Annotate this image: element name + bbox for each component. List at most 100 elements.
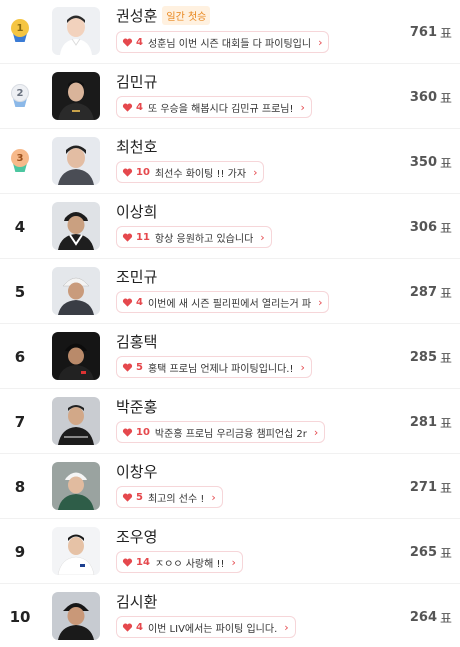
- chevron-right-icon: ›: [318, 295, 323, 309]
- chevron-right-icon: ›: [300, 360, 305, 374]
- silver-medal-icon: 2: [11, 84, 29, 110]
- rank-cell: 2: [0, 65, 40, 129]
- comment-count: 4: [136, 621, 143, 633]
- latest-comment-button[interactable]: 10 박준홍 프로님 우리금융 챔피언십 2r ›: [116, 421, 326, 443]
- player-name: 이창우: [116, 463, 158, 481]
- latest-comment-button[interactable]: 5 최고의 선수 ! ›: [116, 486, 223, 508]
- player-name: 조민규: [116, 268, 158, 286]
- vote-count: 360 표: [409, 89, 452, 107]
- heart-icon: [122, 428, 133, 437]
- latest-comment-button[interactable]: 14 ㅈㅇㅇ 사랑해 !! ›: [116, 551, 243, 573]
- latest-comment-button[interactable]: 11 항상 응원하고 있습니다 ›: [116, 226, 272, 248]
- chevron-right-icon: ›: [318, 35, 323, 49]
- comment-text: 이번 LIV에서는 파이팅 입니다.: [147, 623, 278, 635]
- latest-comment-button[interactable]: 4 성훈님 이번 시즌 대회들 다 파이팅입니 ›: [116, 31, 330, 53]
- player-row-4[interactable]: 4 이상희 11 항상 응원하고 있습니다 › 306 표: [0, 195, 460, 259]
- comment-count: 5: [136, 491, 143, 503]
- chevron-right-icon: ›: [253, 165, 258, 179]
- player-name: 김시환: [116, 593, 158, 611]
- heart-icon: [122, 38, 133, 47]
- rank-number: 9: [14, 543, 26, 561]
- comment-text: 성훈님 이번 시즌 대회들 다 파이팅입니: [147, 38, 312, 50]
- comment-text: 또 우승을 해봅시다 김민규 프로님!: [147, 103, 294, 115]
- comment-text: 이번에 새 시즌 필리핀에서 열리는거 파: [147, 298, 312, 310]
- rank-number: 4: [14, 218, 26, 236]
- vote-count: 761 표: [409, 24, 452, 42]
- chevron-right-icon: ›: [300, 100, 305, 114]
- latest-comment-button[interactable]: 4 또 우승을 해봅시다 김민규 프로님! ›: [116, 96, 312, 118]
- player-row-8[interactable]: 8 이창우 5 최고의 선수 ! › 271 표: [0, 455, 460, 519]
- rank-number: 10: [9, 608, 31, 626]
- heart-icon: [122, 623, 133, 632]
- comment-count: 11: [136, 231, 150, 243]
- player-name: 이상희: [116, 203, 158, 221]
- player-row-5[interactable]: 5 조민규 4 이번에 새 시즌 필리핀에서 열리는거 파 › 287 표: [0, 260, 460, 324]
- heart-icon: [122, 558, 133, 567]
- avatar: [52, 397, 100, 445]
- chevron-right-icon: ›: [313, 425, 319, 439]
- player-row-10[interactable]: 10 김시환 4 이번 LIV에서는 파이팅 입니다. › 264 표: [0, 585, 460, 647]
- heart-icon: [122, 103, 133, 112]
- player-name: 김민규: [116, 73, 158, 91]
- latest-comment-button[interactable]: 4 이번 LIV에서는 파이팅 입니다. ›: [116, 616, 296, 638]
- player-row-6[interactable]: 6 김홍택 5 홍택 프로님 언제나 파이팅입니다.! › 285 표: [0, 325, 460, 389]
- heart-icon: [122, 233, 133, 242]
- vote-count: 285 표: [409, 349, 452, 367]
- vote-count: 350 표: [409, 154, 452, 172]
- vote-count: 264 표: [409, 609, 452, 627]
- rank-cell: 3: [0, 130, 40, 194]
- comment-text: 최고의 선수 !: [147, 493, 205, 505]
- latest-comment-button[interactable]: 10 최선수 화이팅 !! 가자 ›: [116, 161, 265, 183]
- rank-cell: 1: [0, 0, 40, 64]
- avatar: [52, 137, 100, 185]
- chevron-right-icon: ›: [211, 490, 216, 504]
- avatar: [52, 202, 100, 250]
- chevron-right-icon: ›: [260, 230, 265, 244]
- heart-icon: [122, 493, 133, 502]
- heart-icon: [122, 298, 133, 307]
- avatar: [52, 332, 100, 380]
- comment-text: 홍택 프로님 언제나 파이팅입니다.!: [147, 363, 294, 375]
- comment-text: ㅈㅇㅇ 사랑해 !!: [154, 558, 225, 570]
- player-name: 권성훈: [116, 7, 158, 25]
- comment-text: 항상 응원하고 있습니다: [154, 233, 254, 245]
- rank-number: 7: [14, 413, 26, 431]
- rank-number: 5: [14, 283, 26, 301]
- bronze-medal-icon: 3: [11, 149, 29, 175]
- heart-icon: [122, 168, 133, 177]
- chevron-right-icon: ›: [231, 555, 236, 569]
- comment-count: 5: [136, 361, 143, 373]
- vote-count: 287 표: [409, 284, 452, 302]
- vote-count: 306 표: [409, 219, 452, 237]
- avatar: [52, 462, 100, 510]
- player-name: 김홍택: [116, 333, 158, 351]
- first-win-badge: 일간 첫승: [162, 6, 211, 25]
- player-row-7[interactable]: 7 박준홍 10 박준홍 프로님 우리금융 챔피언십 2r › 281 표: [0, 390, 460, 454]
- player-row-9[interactable]: 9 조우영 14 ㅈㅇㅇ 사랑해 !! › 265 표: [0, 520, 460, 584]
- player-ranking-list: 1 권성훈 일간 첫승 4 성훈님 이번 시즌 대회들 다 파이팅입니 › 76…: [0, 0, 460, 647]
- comment-count: 4: [136, 101, 143, 113]
- avatar: [52, 7, 100, 55]
- avatar: [52, 267, 100, 315]
- comment-text: 박준홍 프로님 우리금융 챔피언십 2r: [154, 428, 307, 440]
- rank-number: 8: [14, 478, 26, 496]
- latest-comment-button[interactable]: 5 홍택 프로님 언제나 파이팅입니다.! ›: [116, 356, 312, 378]
- comment-count: 10: [136, 426, 150, 438]
- rank-number: 6: [14, 348, 26, 366]
- comment-count: 14: [136, 556, 150, 568]
- avatar: [52, 72, 100, 120]
- avatar: [52, 592, 100, 640]
- player-row-2[interactable]: 2 김민규 4 또 우승을 해봅시다 김민규 프로님! › 360 표: [0, 65, 460, 129]
- vote-count: 281 표: [409, 414, 452, 432]
- player-name: 박준홍: [116, 398, 158, 416]
- heart-icon: [122, 363, 133, 372]
- player-name: 최천호: [116, 138, 158, 156]
- comment-count: 4: [136, 296, 143, 308]
- latest-comment-button[interactable]: 4 이번에 새 시즌 필리핀에서 열리는거 파 ›: [116, 291, 330, 313]
- gold-medal-icon: 1: [11, 19, 29, 45]
- chevron-right-icon: ›: [284, 620, 289, 634]
- avatar: [52, 527, 100, 575]
- vote-count: 271 표: [409, 479, 452, 497]
- player-row-3[interactable]: 3 최천호 10 최선수 화이팅 !! 가자 › 350 표: [0, 130, 460, 194]
- player-row-1[interactable]: 1 권성훈 일간 첫승 4 성훈님 이번 시즌 대회들 다 파이팅입니 › 76…: [0, 0, 460, 64]
